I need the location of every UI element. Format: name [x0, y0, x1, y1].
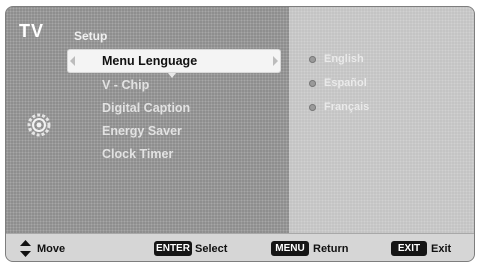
menu-item-clock-timer[interactable]: Clock Timer — [102, 147, 173, 161]
radio-english[interactable] — [309, 56, 316, 63]
menu-key: MENU — [271, 241, 309, 256]
option-espanol[interactable]: Español — [324, 77, 367, 89]
menu-item-menu-language[interactable]: Menu Lenguage — [102, 54, 197, 68]
return-label: Return — [313, 243, 349, 255]
enter-key: ENTER — [154, 241, 192, 256]
menu-item-digital-caption[interactable]: Digital Caption — [102, 101, 190, 115]
exit-label: Exit — [431, 243, 452, 255]
gear-icon — [27, 113, 51, 137]
down-arrow-icon — [168, 73, 176, 78]
up-down-arrows-icon — [20, 240, 31, 257]
exit-key: EXIT — [391, 241, 427, 256]
tv-menu-screen: TV Setup Menu Lenguage V - Chip Digital … — [5, 6, 475, 262]
radio-francais[interactable] — [309, 104, 316, 111]
option-english[interactable]: English — [324, 53, 364, 65]
brand-label: TV — [19, 21, 45, 41]
radio-espanol[interactable] — [309, 80, 316, 87]
left-arrow-icon[interactable] — [70, 56, 75, 66]
section-title: Setup — [74, 29, 108, 43]
move-label: Move — [37, 243, 66, 255]
footer-bar: Move ENTER Select MENU Return EXIT Exit — [6, 233, 474, 261]
right-arrow-icon[interactable] — [273, 56, 278, 66]
menu-item-energy-saver[interactable]: Energy Saver — [102, 124, 182, 138]
option-francais[interactable]: Français — [324, 101, 369, 113]
select-label: Select — [195, 243, 228, 255]
menu-item-v-chip[interactable]: V - Chip — [102, 78, 149, 92]
options-panel — [289, 7, 474, 233]
